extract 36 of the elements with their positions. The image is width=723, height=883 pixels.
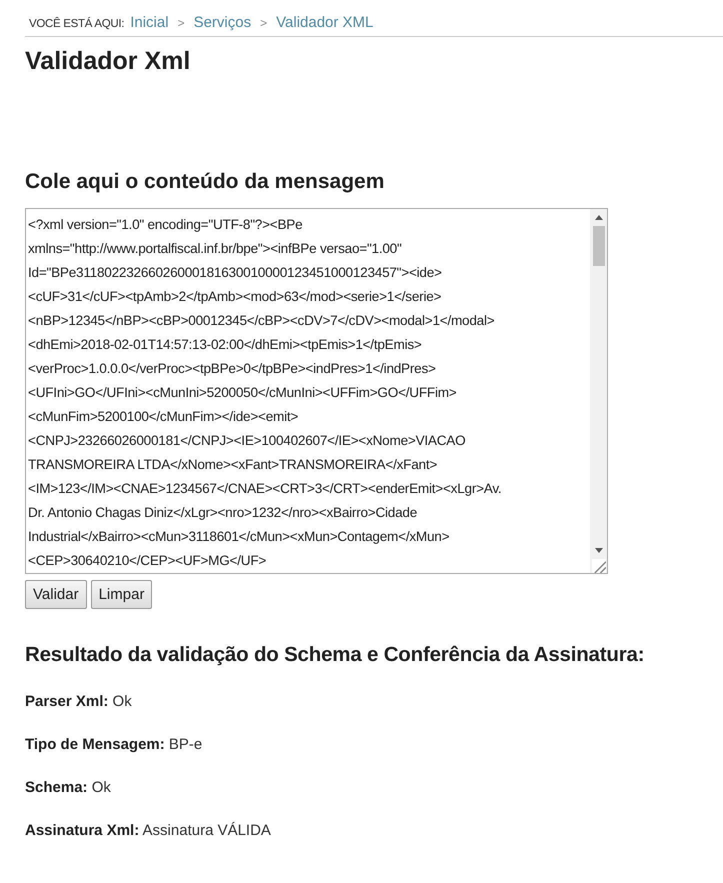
xml-text-line: <dhEmi>2018-02-01T14:57:13-02:00</dhEmi><tpEmis>1</tpEmis>: [28, 336, 423, 354]
section-heading: Resultado da validação do Schema e Conferência da Assinatura:: [25, 643, 646, 667]
xml-text-line: Id="BPe31180223266026000181630010000123451000123457"><ide>: [28, 264, 443, 282]
resize-grip-icon[interactable]: [592, 559, 606, 573]
scroll-down-icon[interactable]: [594, 548, 602, 553]
xml-text-line: <?xml version="1.0" encoding="UTF-8"?><BPe: [28, 216, 304, 234]
breadcrumb-separator: >: [260, 16, 268, 30]
xml-text-line: Industrial</xBairro><cMun>3118601</cMun><xMun>Contagem</xMun>: [28, 528, 450, 546]
scroll-up-icon[interactable]: [594, 215, 602, 220]
scrollbar-thumb[interactable]: [592, 226, 604, 266]
xml-text-line: <verProc>1.0.0.0</verProc><tpBPe>0</tpBPe><indPres>1</indPres>: [28, 360, 437, 378]
breadcrumb-link[interactable]: Validador XML: [276, 14, 374, 31]
xml-text-line: <cMunFim>5200100</cMunFim></ide><emit>: [28, 408, 300, 426]
result-line: Parser Xml: Ok: [25, 693, 133, 710]
xml-text-line: TRANSMOREIRA LTDA</xNome><xFant>TRANSMOREIRA</xFant>: [28, 456, 438, 474]
xml-text-line: <CEP>30640210</CEP><UF>MG</UF>: [28, 552, 268, 570]
form-button[interactable]: Limpar: [90, 580, 152, 609]
message-textarea[interactable]: [25, 208, 608, 574]
breadcrumb-link[interactable]: Inicial: [130, 14, 169, 31]
xml-text-line: <cUF>31</cUF><tpAmb>2</tpAmb><mod>63</mod><serie>1</serie>: [28, 288, 442, 306]
section-heading: Cole aqui o conteúdo da mensagem: [25, 170, 386, 194]
xml-text-line: <nBP>12345</nBP><cBP>00012345</cBP><cDV>7</cDV><modal>1</modal>: [28, 312, 496, 330]
breadcrumb-separator: >: [178, 16, 185, 30]
scrollbar[interactable]: [590, 209, 607, 573]
breadcrumb-label: VOCÊ ESTÁ AQUI:: [29, 18, 124, 30]
page-title: Validador Xml: [25, 47, 192, 76]
xml-text-line: <CNPJ>23266026000181</CNPJ><IE>100402607</IE><xNome>VIACAO: [28, 432, 466, 450]
xml-text-line: <UFIni>GO</UFIni><cMunIni>5200050</cMunIni><UFFim>GO</UFFim>: [28, 384, 458, 402]
xml-text-line: xmlns="http://www.portalfiscal.inf.br/bpe"><infBPe versao="1.00": [28, 240, 403, 258]
breadcrumb-link[interactable]: Serviços: [194, 14, 252, 31]
result-line: Schema: Ok: [25, 779, 112, 796]
result-line: Tipo de Mensagem: BP-e: [25, 736, 204, 753]
result-line: Assinatura Xml: Assinatura VÁLIDA: [25, 822, 272, 839]
xml-text-line: <IM>123</IM><CNAE>1234567</CNAE><CRT>3</CRT><enderEmit><xLgr>Av.: [28, 480, 502, 498]
form-button[interactable]: Validar: [25, 580, 87, 609]
xml-text-line: Dr. Antonio Chagas Diniz</xLgr><nro>1232</nro><xBairro>Cidade: [28, 504, 418, 522]
